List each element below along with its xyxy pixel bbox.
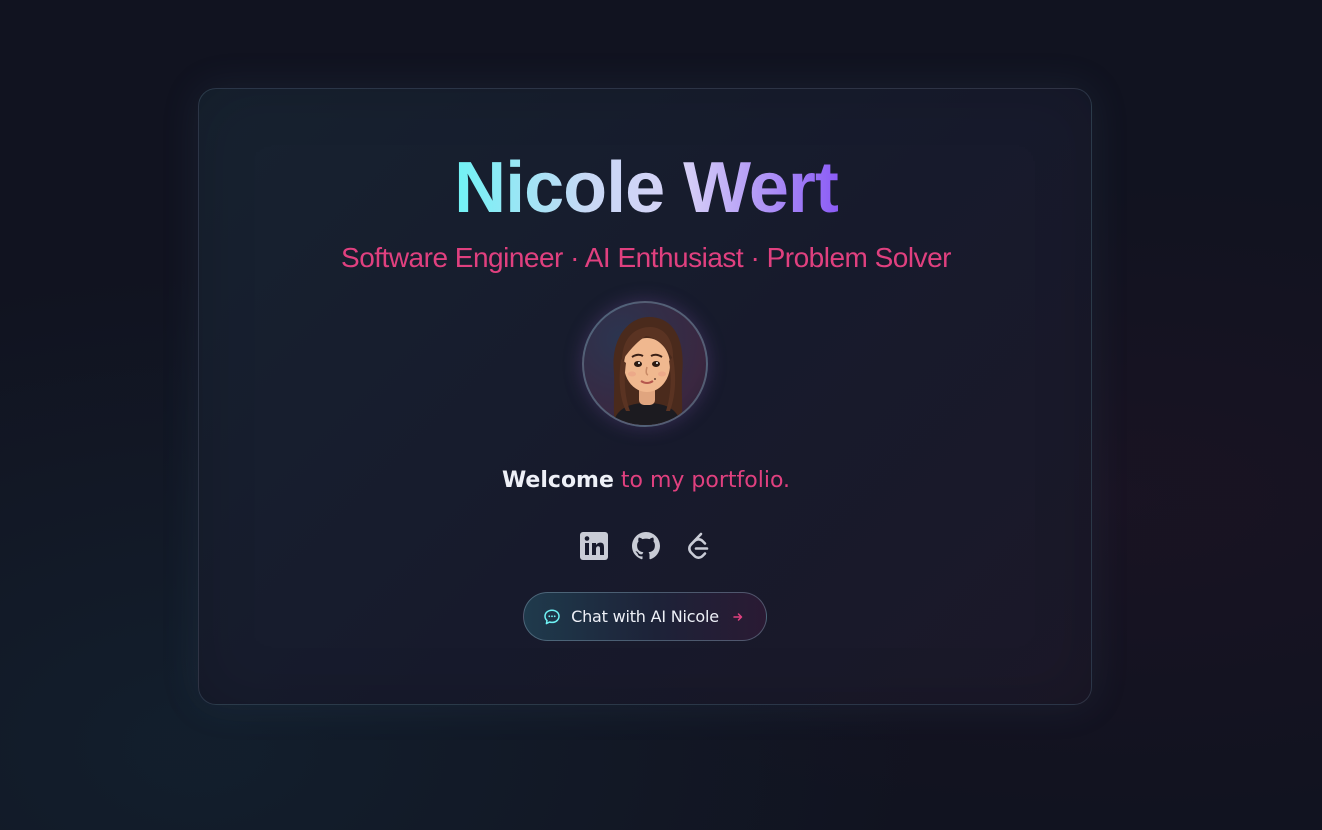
- chat-with-ai-button[interactable]: Chat with AI Nicole: [523, 592, 767, 641]
- welcome-message: Welcome to my portfolio.: [0, 466, 1292, 496]
- linkedin-icon: [580, 532, 608, 560]
- chat-button-label: Chat with AI Nicole: [571, 607, 719, 626]
- avatar-illustration: [612, 317, 683, 425]
- avatar: [582, 301, 708, 427]
- arrow-right-icon: [733, 612, 743, 621]
- chat-bubble-icon: [544, 608, 560, 624]
- linkedin-link[interactable]: [578, 530, 610, 562]
- tagline: Software Engineer · AI Enthusiast · Prob…: [341, 242, 951, 273]
- github-link[interactable]: [630, 530, 662, 562]
- social-links: [578, 530, 718, 562]
- github-icon: [632, 532, 660, 560]
- welcome-rest: to my portfolio.: [620, 468, 791, 493]
- leetcode-icon: [688, 532, 709, 559]
- page-title: Nicole Wert: [454, 148, 839, 228]
- leetcode-link[interactable]: [682, 530, 714, 562]
- welcome-strong: Welcome: [501, 468, 614, 493]
